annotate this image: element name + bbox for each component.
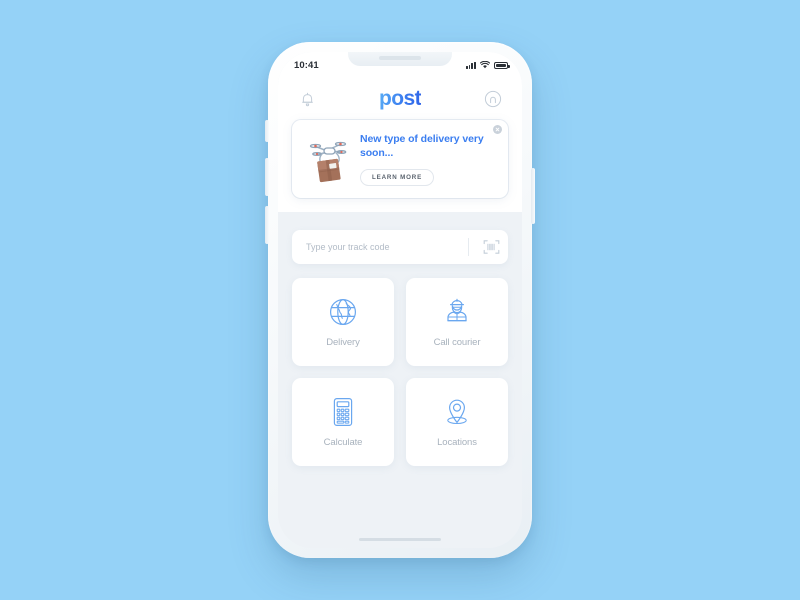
wifi-icon <box>480 61 490 69</box>
home-indicator[interactable] <box>359 537 441 541</box>
drone-package-icon <box>300 133 358 185</box>
earpiece-speaker <box>379 56 421 60</box>
search-input[interactable] <box>306 241 464 252</box>
courier-person-icon <box>441 296 473 328</box>
profile-avatar-icon[interactable] <box>482 88 504 110</box>
globe-icon <box>327 296 359 328</box>
status-bar-icons <box>465 61 510 69</box>
battery-icon <box>494 61 510 69</box>
promo-text-block: New type of delivery very soon... LEARN … <box>358 132 498 186</box>
signal-bars-icon <box>465 61 476 69</box>
top-panel: post New type of delivery very soon... L… <box>278 78 522 212</box>
tile-label: Delivery <box>326 336 360 348</box>
promo-title: New type of delivery very soon... <box>360 133 484 160</box>
volume-down-button[interactable] <box>265 206 269 244</box>
track-code-field[interactable] <box>292 229 508 264</box>
quick-actions-grid: Delivery Call courier Calculate Location… <box>292 277 508 466</box>
tile-label: Call courier <box>433 336 481 348</box>
status-bar-time: 10:41 <box>294 59 319 71</box>
tile-label: Calculate <box>323 436 363 448</box>
tile-locations[interactable]: Locations <box>406 377 508 466</box>
app-header: post <box>278 78 522 120</box>
silent-switch-button[interactable] <box>265 120 269 142</box>
volume-up-button[interactable] <box>265 158 269 196</box>
tile-call-courier[interactable]: Call courier <box>406 277 508 366</box>
main-content-area: Delivery <box>278 211 522 466</box>
calculator-icon <box>328 396 358 428</box>
bell-icon[interactable] <box>296 88 318 110</box>
phone-screen: 10:41 post New type of delivery very soo… <box>278 52 522 548</box>
tile-label: Locations <box>437 436 477 448</box>
promo-banner-card[interactable]: New type of delivery very soon... LEARN … <box>292 120 508 198</box>
tile-delivery[interactable]: Delivery <box>292 277 394 366</box>
tile-calculate[interactable]: Calculate <box>292 377 394 466</box>
app-logo: post <box>379 87 422 110</box>
map-pin-icon <box>441 396 473 428</box>
device-notch <box>348 52 452 66</box>
power-button[interactable] <box>531 168 535 224</box>
learn-more-button[interactable]: LEARN MORE <box>360 168 435 186</box>
close-icon[interactable] <box>493 125 502 134</box>
phone-device-frame: 10:41 post New type of delivery very soo… <box>265 42 535 558</box>
barcode-scan-icon[interactable] <box>478 239 504 255</box>
field-divider <box>468 237 469 256</box>
